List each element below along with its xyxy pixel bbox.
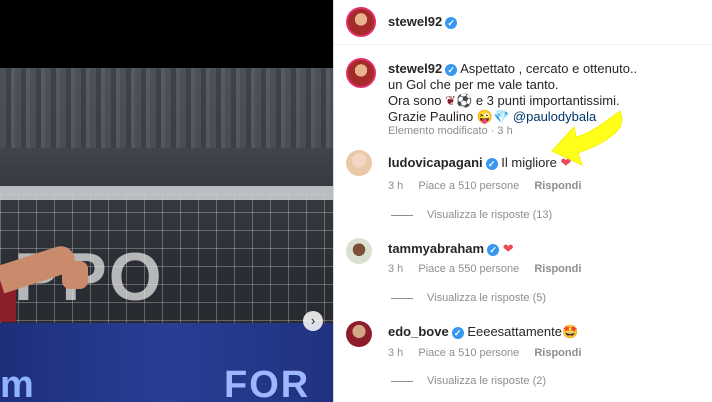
avatar[interactable] (346, 321, 372, 347)
yellow-arrow-annotation (551, 110, 623, 166)
comment-2-view-replies-label[interactable]: Visualizza le risposte (5) (427, 292, 546, 304)
comment-1-likes[interactable]: Piace a 510 persone (418, 180, 519, 192)
post-header: stewel92 ✓ (334, 0, 712, 45)
post-caption: stewel92 ✓ Aspettato , cercato e ottenuto… (388, 61, 688, 125)
gem-emoji-icon: 💎 (493, 109, 510, 124)
caption-line-3a: Ora sono (388, 93, 442, 108)
replies-line (391, 214, 413, 216)
caption-line-1: Aspettato , cercato e ottenuto.. (460, 61, 638, 76)
comment-1: ludovicapagani ✓ Il migliore ❤ (388, 155, 571, 171)
comment-2-time[interactable]: 3 h (388, 263, 403, 275)
comments-panel: stewel92 ✓ stewel92 ✓ Aspettato , cercato … (333, 0, 712, 402)
post-photo: PPO m FOR (0, 68, 333, 402)
comment-1-view-replies-label[interactable]: Visualizza le risposte (13) (427, 209, 552, 221)
comment-1-time[interactable]: 3 h (388, 180, 403, 192)
verified-badge-icon: ✓ (445, 63, 458, 76)
comment-2-username[interactable]: tammyabraham (388, 241, 484, 256)
comment-3-time[interactable]: 3 h (388, 347, 403, 359)
comment-1-reply-button[interactable]: Rispondi (534, 180, 581, 192)
verified-badge-icon: ✓ (485, 157, 498, 170)
avatar[interactable] (346, 7, 376, 37)
verified-badge-icon: ✓ (451, 326, 464, 339)
comment-3-view-replies-label[interactable]: Visualizza le risposte (2) (427, 375, 546, 387)
comment-3-reply-button[interactable]: Rispondi (534, 347, 581, 359)
comment-3-text: Eeeesattamente (467, 324, 562, 339)
chevron-right-icon[interactable]: › (303, 311, 323, 331)
photo-player-fist (62, 261, 88, 289)
caption-line-4a: Grazie Paulino (388, 109, 474, 124)
heart-emoji-icon: ❤ (502, 241, 514, 256)
verified-badge-icon: ✓ (487, 243, 500, 256)
replies-line (391, 380, 413, 382)
comment-3-username[interactable]: edo_bove (388, 324, 449, 339)
comment-2: tammyabraham ✓ ❤ (388, 241, 514, 257)
header-username[interactable]: stewel92 ✓ (388, 14, 458, 29)
photo-board-left-text: m (0, 364, 34, 402)
comment-3: edo_bove ✓ Eeeesattamente🤩 (388, 324, 578, 340)
verified-badge-icon: ✓ (445, 16, 458, 29)
caption-edited-meta: Elemento modificato · 3 h (388, 125, 513, 137)
header-username-text[interactable]: stewel92 (388, 14, 442, 29)
replies-line (391, 297, 413, 299)
avatar[interactable] (346, 58, 376, 88)
comment-2-actions: 3 h Piace a 550 persone Rispondi (388, 263, 593, 275)
star-eyes-emoji-icon: 🤩 (562, 324, 579, 339)
post-media-panel: PPO m FOR › (0, 0, 333, 402)
caption-line-2: un Gol che per me vale tanto. (388, 77, 559, 92)
caption-username[interactable]: stewel92 (388, 61, 442, 76)
comment-2-view-replies[interactable]: Visualizza le risposte (5) (391, 292, 546, 304)
roma-emoji-icon: ❦ (445, 93, 457, 108)
comment-1-actions: 3 h Piace a 510 persone Rispondi (388, 180, 593, 192)
photo-board-right-text: FOR (224, 364, 311, 402)
comment-2-reply-button[interactable]: Rispondi (534, 263, 581, 275)
avatar[interactable] (346, 150, 372, 176)
avatar[interactable] (346, 238, 372, 264)
comment-2-likes[interactable]: Piace a 550 persone (418, 263, 519, 275)
photo-crowd (0, 68, 333, 148)
comment-1-view-replies[interactable]: Visualizza le risposte (13) (391, 209, 552, 221)
comment-3-view-replies[interactable]: Visualizza le risposte (2) (391, 375, 546, 387)
comment-1-username[interactable]: ludovicapagani (388, 155, 483, 170)
soccer-ball-icon: ⚽ (456, 93, 473, 108)
wink-emoji-icon: 😜 (476, 109, 494, 124)
comment-3-likes[interactable]: Piace a 510 persone (418, 347, 519, 359)
caption-line-3b: e 3 punti importantissimi. (475, 93, 620, 108)
comment-3-actions: 3 h Piace a 510 persone Rispondi (388, 347, 593, 359)
